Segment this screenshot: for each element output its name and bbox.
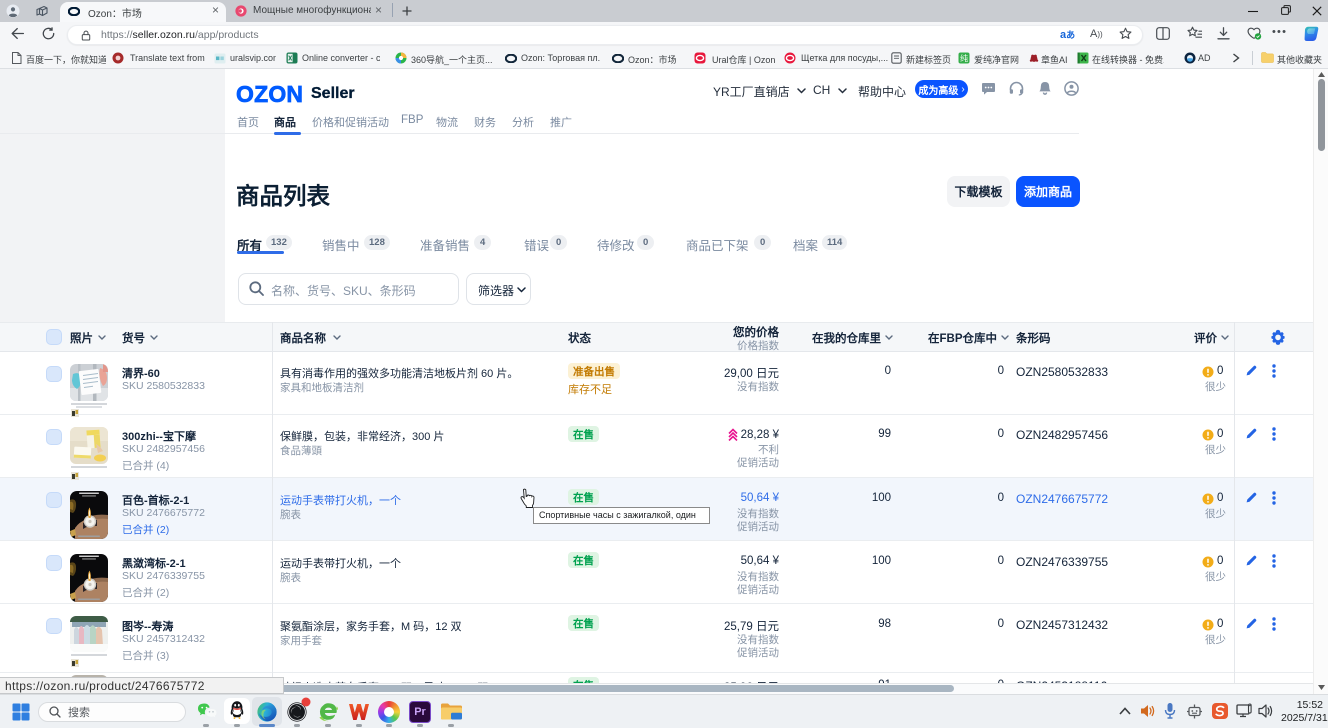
svg-text:纯: 纯 xyxy=(960,53,968,63)
